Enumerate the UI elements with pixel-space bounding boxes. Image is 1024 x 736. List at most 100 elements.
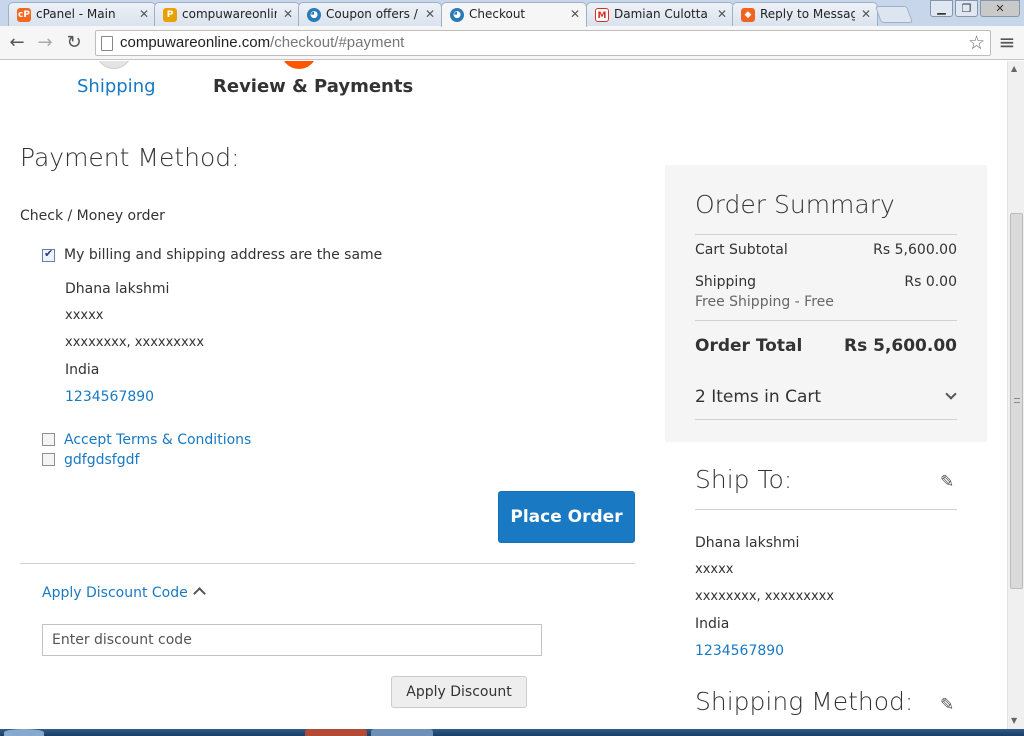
tab-close-icon[interactable]: ✕ xyxy=(139,7,149,21)
gmail-icon: M xyxy=(595,8,609,22)
cpanel-icon: cP xyxy=(17,8,31,22)
os-taskbar xyxy=(0,729,1024,736)
scroll-down-arrow-icon[interactable]: ▼ xyxy=(1011,716,1017,725)
address-bar[interactable]: compuwareonline.com/checkout/#payment ☆ xyxy=(95,30,991,56)
items-in-cart-toggle[interactable]: 2 Items in Cart xyxy=(695,387,957,407)
order-summary-title: Order Summary xyxy=(695,190,895,219)
billing-phone-link[interactable]: 1234567890 xyxy=(65,389,154,405)
ship-to-name: Dhana lakshmi xyxy=(695,535,800,551)
tab-title: compuwareonlin xyxy=(182,7,277,21)
apply-discount-button[interactable]: Apply Discount xyxy=(391,676,527,708)
bookmark-star-icon[interactable]: ☆ xyxy=(968,32,985,54)
taskbar-app-icon[interactable] xyxy=(305,729,367,736)
cart-subtotal-row: Cart Subtotal Rs 5,600.00 xyxy=(695,242,957,258)
billing-country: India xyxy=(65,362,100,378)
browser-tab-gmail[interactable]: M Damian Culotta r ✕ xyxy=(586,2,734,26)
minimize-icon[interactable]: ▁ xyxy=(930,0,953,17)
reload-icon[interactable]: ↻ xyxy=(63,32,85,54)
chevron-up-icon[interactable] xyxy=(193,587,206,600)
checkout-page: Shipping Review & Payments Payment Metho… xyxy=(0,61,1007,729)
edit-shipping-method-pencil-icon[interactable]: ✎ xyxy=(940,695,954,715)
shipping-row: Shipping Rs 0.00 xyxy=(695,274,957,290)
restore-icon[interactable]: ❐ xyxy=(955,0,978,17)
order-total-row: Order Total Rs 5,600.00 xyxy=(695,336,957,356)
taskbar-app-icon[interactable] xyxy=(371,729,433,736)
magento-site-icon: ◕ xyxy=(307,8,321,22)
new-tab-button[interactable] xyxy=(874,6,914,23)
start-button-icon[interactable] xyxy=(4,729,44,736)
magento-site-icon: ◕ xyxy=(450,8,464,22)
phpmyadmin-icon: P xyxy=(163,8,177,22)
tab-title: cPanel - Main xyxy=(36,7,116,21)
ship-to-city: xxxxxxxx, xxxxxxxxx xyxy=(695,589,835,604)
terms-checkbox[interactable] xyxy=(42,433,55,446)
tab-title: Damian Culotta r xyxy=(614,7,711,21)
page-scrollbar[interactable]: ▲ ▼ xyxy=(1007,61,1024,729)
summary-divider xyxy=(695,419,957,420)
window-close-icon[interactable]: ✕ xyxy=(980,0,1020,17)
browser-tab-reply-message[interactable]: ◆ Reply to Message ✕ xyxy=(732,2,878,26)
browser-tab-cpanel[interactable]: cP cPanel - Main ✕ xyxy=(8,2,156,26)
browser-tab-checkout[interactable]: ◕ Checkout ✕ xyxy=(441,2,587,27)
step-review-label: Review & Payments xyxy=(213,76,414,97)
step-shipping-link[interactable]: Shipping xyxy=(77,76,156,97)
step-shipping-circle xyxy=(96,61,132,69)
ship-to-heading: Ship To: xyxy=(695,465,793,494)
tab-close-icon[interactable]: ✕ xyxy=(570,7,580,21)
back-arrow-icon[interactable]: ← xyxy=(6,32,28,54)
page-icon xyxy=(101,36,113,51)
ship-to-divider xyxy=(695,509,957,510)
shipping-label: Shipping xyxy=(695,274,757,290)
discount-code-input[interactable] xyxy=(42,624,542,656)
url-path: /checkout/#payment xyxy=(270,34,405,51)
window-controls: ▁ ❐ ✕ xyxy=(930,0,1020,17)
shipping-value: Rs 0.00 xyxy=(904,274,957,290)
cart-subtotal-value: Rs 5,600.00 xyxy=(873,242,957,258)
ship-to-phone-link[interactable]: 1234567890 xyxy=(695,643,784,659)
tab-title: Coupon offers / I xyxy=(326,7,419,21)
items-in-cart-label: 2 Items in Cart xyxy=(695,387,822,407)
forward-arrow-icon[interactable]: → xyxy=(34,32,56,54)
summary-divider xyxy=(695,320,957,321)
same-address-checkbox[interactable] xyxy=(42,247,55,262)
edit-ship-to-pencil-icon[interactable]: ✎ xyxy=(940,472,954,492)
browser-tab-coupon-offers[interactable]: ◕ Coupon offers / I ✕ xyxy=(298,2,442,26)
tab-close-icon[interactable]: ✕ xyxy=(861,7,871,21)
browser-tab-phpmyadmin[interactable]: P compuwareonlin ✕ xyxy=(154,2,300,26)
order-summary-panel: Order Summary Cart Subtotal Rs 5,600.00 … xyxy=(665,165,987,442)
ship-to-country: India xyxy=(695,616,730,632)
summary-divider xyxy=(695,234,957,235)
cart-subtotal-label: Cart Subtotal xyxy=(695,242,788,258)
order-total-label: Order Total xyxy=(695,336,803,356)
agreement-link[interactable]: gdfgdsfgdf xyxy=(64,452,139,468)
terms-conditions-link[interactable]: Accept Terms & Conditions xyxy=(64,432,251,448)
url-host: compuwareonline.com xyxy=(120,34,271,51)
agreement-checkbox[interactable] xyxy=(42,453,55,466)
step-review-circle xyxy=(281,61,317,69)
same-address-label[interactable]: My billing and shipping address are the … xyxy=(64,247,382,263)
tab-title: Checkout xyxy=(469,7,526,21)
billing-name: Dhana lakshmi xyxy=(65,281,170,297)
shipping-method-heading: Shipping Method: xyxy=(695,687,914,716)
tab-close-icon[interactable]: ✕ xyxy=(717,7,727,21)
billing-street: xxxxx xyxy=(65,308,104,323)
scroll-thumb[interactable] xyxy=(1010,213,1023,589)
payment-method-heading: Payment Method: xyxy=(20,143,240,172)
tab-close-icon[interactable]: ✕ xyxy=(283,7,293,21)
billing-city: xxxxxxxx, xxxxxxxxx xyxy=(65,335,205,350)
payment-method-name[interactable]: Check / Money order xyxy=(20,208,165,224)
place-order-button[interactable]: Place Order xyxy=(498,491,635,543)
apply-discount-toggle[interactable]: Apply Discount Code xyxy=(42,585,188,601)
magento-icon: ◆ xyxy=(741,8,755,22)
scroll-grip-icon xyxy=(1014,398,1020,403)
tab-title: Reply to Message xyxy=(760,7,855,21)
hamburger-menu-icon[interactable]: ≡ xyxy=(996,31,1018,53)
order-total-value: Rs 5,600.00 xyxy=(843,336,957,356)
tab-close-icon[interactable]: ✕ xyxy=(425,7,435,21)
browser-tab-strip: cP cPanel - Main ✕ P compuwareonlin ✕ ◕ … xyxy=(0,0,1024,27)
ship-to-street: xxxxx xyxy=(695,562,734,577)
discount-divider xyxy=(20,563,635,564)
scroll-up-arrow-icon[interactable]: ▲ xyxy=(1011,64,1017,73)
url-text: compuwareonline.com/checkout/#payment xyxy=(120,34,404,51)
shipping-method-text: Free Shipping - Free xyxy=(695,294,834,310)
